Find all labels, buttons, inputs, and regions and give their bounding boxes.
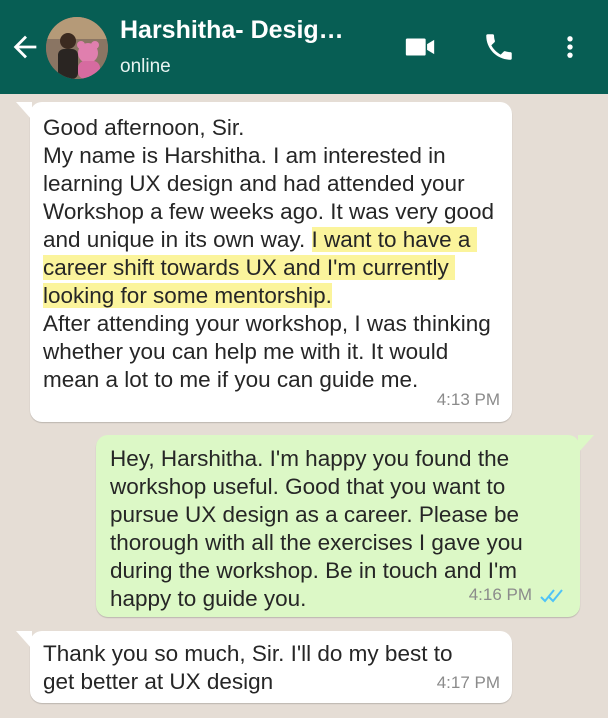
back-arrow-icon[interactable] — [8, 30, 42, 64]
message-bubble-incoming[interactable]: Thank you so much, Sir. I'll do my best … — [16, 631, 512, 703]
message-time-status: 4:16 PM — [469, 581, 568, 609]
message-time: 4:13 PM — [436, 390, 500, 409]
avatar[interactable] — [46, 17, 108, 79]
more-options-icon[interactable] — [556, 30, 584, 64]
video-call-icon[interactable] — [400, 30, 440, 64]
message-time: 4:17 PM — [436, 673, 500, 692]
message-time: 4:16 PM — [468, 585, 532, 604]
contact-status: online — [120, 56, 171, 77]
contact-name[interactable]: Harshitha- Desig… — [120, 16, 390, 45]
bubble-tail — [16, 102, 32, 120]
message-text: Good afternoon, Sir. My name is Harshith… — [43, 115, 495, 392]
message-bubble-outgoing[interactable]: Hey, Harshitha. I'm happy you found the … — [96, 435, 594, 617]
double-check-icon — [540, 588, 563, 603]
message-text: Thank you so much, Sir. I'll do my best … — [43, 641, 459, 694]
chat-header: Harshitha- Desig… online — [0, 0, 608, 94]
message-bubble-incoming[interactable]: Good afternoon, Sir. My name is Harshith… — [16, 102, 512, 422]
bubble-tail — [578, 435, 594, 453]
bubble-tail — [16, 631, 32, 649]
phone-icon[interactable] — [482, 30, 516, 64]
